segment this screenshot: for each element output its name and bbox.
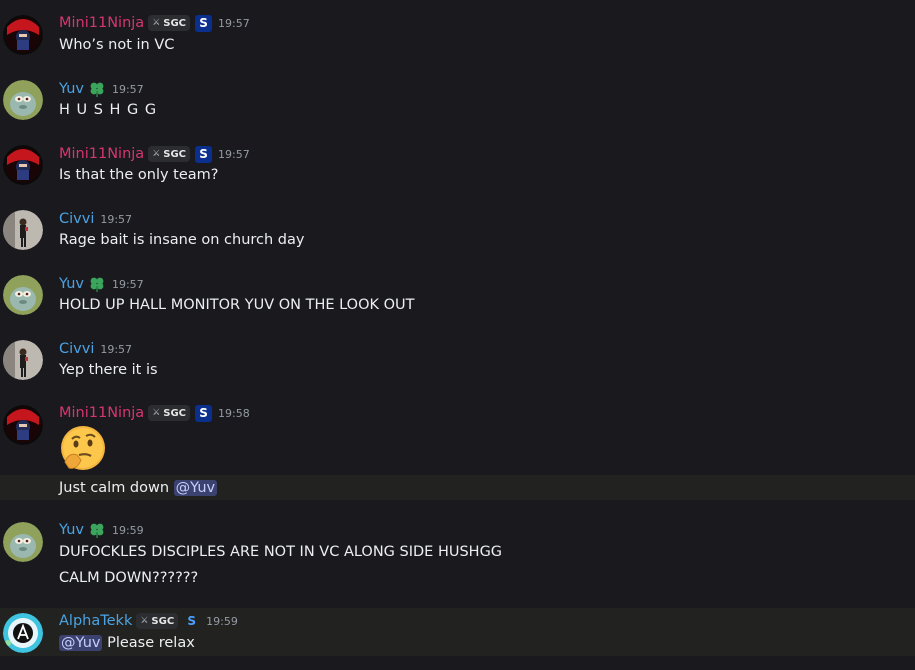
message-text: Is that the only team? [59,167,219,183]
message-text: H U S H G G [59,102,158,118]
message-text: Just calm down @Yuv [59,480,218,496]
timestamp[interactable]: 19:58 [218,407,250,420]
message-text: Yep there it is [59,362,158,378]
username[interactable]: Mini11Ninja [59,144,144,164]
avatar[interactable] [3,613,43,653]
username[interactable]: Yuv [59,274,84,294]
avatar[interactable] [3,145,43,185]
message-text: Who’s not in VC [59,37,175,53]
avatar[interactable] [3,210,43,250]
username[interactable]: Mini11Ninja [59,13,144,33]
username[interactable]: AlphaTekk [59,611,132,631]
clan-tag[interactable]: ⚔ SGC [148,15,191,31]
avatar[interactable] [3,340,43,380]
avatar[interactable] [3,522,43,562]
avatar[interactable] [3,275,43,315]
message-text: @Yuv Please relax [59,635,195,651]
clan-tag[interactable]: ⚔ SGC [148,146,191,162]
server-badge-icon[interactable]: S [183,613,200,630]
server-badge-icon[interactable]: S [195,145,213,163]
user-mention[interactable]: @Yuv [173,480,218,496]
timestamp[interactable]: 19:57 [100,213,132,226]
message-text: Rage bait is insane on church day [59,232,305,248]
timestamp[interactable]: 19:57 [112,83,144,96]
username[interactable]: Yuv [59,520,84,540]
clan-tag[interactable]: ⚔ SGC [148,405,191,421]
timestamp[interactable]: 19:59 [112,524,144,537]
timestamp[interactable]: 19:57 [218,148,250,161]
server-badge-icon[interactable]: S [195,14,213,32]
clover-icon[interactable] [88,80,106,98]
sword-icon: ⚔ [152,408,161,418]
message-text: HOLD UP HALL MONITOR YUV ON THE LOOK OUT [59,297,415,313]
timestamp[interactable]: 19:57 [218,17,250,30]
clover-icon[interactable] [88,275,106,293]
avatar[interactable] [3,80,43,120]
sword-icon: ⚔ [140,616,149,626]
username[interactable]: Mini11Ninja [59,403,144,423]
avatar[interactable] [3,15,43,55]
timestamp[interactable]: 19:57 [100,343,132,356]
sword-icon: ⚔ [152,18,161,28]
user-mention[interactable]: @Yuv [59,635,103,651]
message-text: CALM DOWN?????? [59,570,199,586]
username[interactable]: Yuv [59,79,84,99]
timestamp[interactable]: 19:57 [112,278,144,291]
username[interactable]: Civvi [59,209,94,229]
message-text: DUFOCKLES DISCIPLES ARE NOT IN VC ALONG … [59,544,503,560]
avatar[interactable] [3,405,43,445]
timestamp[interactable]: 19:59 [206,615,238,628]
clan-tag[interactable]: ⚔ SGC [136,613,179,629]
sword-icon: ⚔ [152,149,161,159]
server-badge-icon[interactable]: S [195,404,213,422]
clover-icon[interactable] [88,521,106,539]
username[interactable]: Civvi [59,339,94,359]
thinking-face-icon [61,426,105,470]
